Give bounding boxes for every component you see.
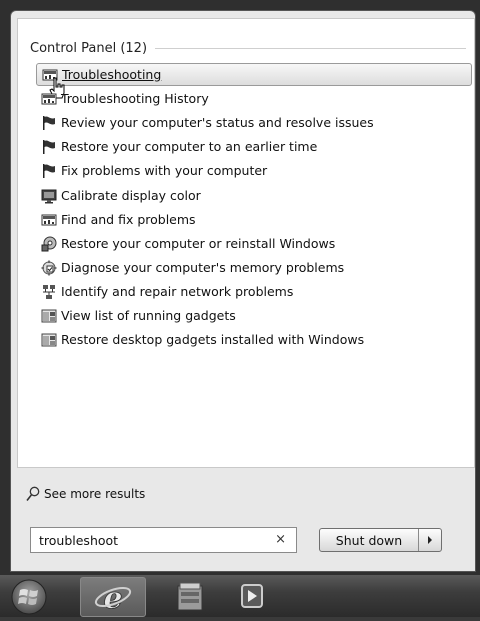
control-panel-icon [41, 93, 57, 104]
shutdown-button[interactable]: Shut down [320, 529, 419, 551]
result-item-restore-earlier[interactable]: Restore your computer to an earlier time [36, 135, 472, 158]
chevron-right-icon [428, 536, 432, 544]
result-item-review-status[interactable]: Review your computer's status and resolv… [36, 111, 472, 134]
network-icon [43, 284, 55, 299]
result-item-troubleshooting[interactable]: Troubleshooting [36, 63, 472, 86]
internet-explorer-icon: e [94, 581, 132, 616]
taskbar: e [0, 575, 480, 617]
group-divider [155, 47, 466, 49]
search-results-pane: Control Panel (12) Troubleshooting Troub… [17, 18, 475, 468]
result-item-find-fix[interactable]: Find and fix problems [36, 208, 472, 231]
group-title[interactable]: Control Panel (12) [30, 41, 155, 56]
result-item-label: Restore desktop gadgets installed with W… [61, 332, 365, 347]
clear-search-icon[interactable]: × [275, 532, 286, 547]
result-item-label: Troubleshooting [62, 67, 162, 82]
search-input[interactable] [37, 532, 271, 549]
result-item-restore-reinstall[interactable]: Restore your computer or reinstall Windo… [36, 232, 472, 255]
flag-icon [43, 163, 55, 178]
windows-start-icon [11, 579, 47, 615]
result-item-network-repair[interactable]: Identify and repair network problems [36, 280, 472, 303]
search-box[interactable]: × [30, 527, 297, 553]
display-icon [41, 189, 57, 203]
group-header: Control Panel (12) [30, 39, 466, 57]
result-item-label: Identify and repair network problems [61, 284, 294, 299]
search-icon [26, 486, 40, 501]
result-item-label: Find and fix problems [61, 212, 196, 227]
result-item-label: Troubleshooting History [61, 91, 209, 106]
gadgets-icon [41, 333, 57, 346]
taskbar-media-player-button[interactable] [224, 577, 290, 617]
result-item-memory-diagnostic[interactable]: Diagnose your computer's memory problems [36, 256, 472, 279]
shutdown-options-button[interactable] [419, 529, 441, 551]
result-item-fix-problems[interactable]: Fix problems with your computer [36, 159, 472, 182]
svg-text:e: e [103, 581, 122, 616]
result-item-label: Restore your computer to an earlier time [61, 139, 318, 154]
start-button[interactable] [4, 577, 58, 617]
result-item-label: Restore your computer or reinstall Windo… [61, 236, 336, 251]
result-item-label: Diagnose your computer's memory problems [61, 260, 345, 275]
shutdown-button-group: Shut down [319, 528, 442, 552]
result-item-troubleshooting-history[interactable]: Troubleshooting History [36, 87, 472, 110]
result-item-view-gadgets[interactable]: View list of running gadgets [36, 304, 472, 327]
flag-icon [43, 139, 55, 154]
file-explorer-icon [177, 582, 203, 611]
flag-icon [43, 115, 55, 130]
taskbar-ie-button[interactable]: e [80, 577, 146, 617]
result-item-calibrate-display[interactable]: Calibrate display color [36, 184, 472, 207]
taskbar-explorer-button[interactable] [158, 577, 224, 617]
result-item-restore-gadgets[interactable]: Restore desktop gadgets installed with W… [36, 328, 472, 351]
result-item-label: Review your computer's status and resolv… [61, 115, 374, 130]
recovery-icon [41, 236, 57, 251]
memory-diagnostic-icon [41, 260, 57, 275]
control-panel-icon [41, 214, 57, 225]
gadgets-icon [41, 309, 57, 322]
see-more-results-label: See more results [44, 487, 146, 501]
media-player-icon [241, 584, 263, 608]
see-more-results-link[interactable]: See more results [26, 486, 145, 502]
result-item-label: View list of running gadgets [61, 308, 236, 323]
result-item-label: Fix problems with your computer [61, 163, 268, 178]
result-item-label: Calibrate display color [61, 188, 201, 203]
start-menu-window: Control Panel (12) Troubleshooting Troub… [0, 0, 480, 617]
